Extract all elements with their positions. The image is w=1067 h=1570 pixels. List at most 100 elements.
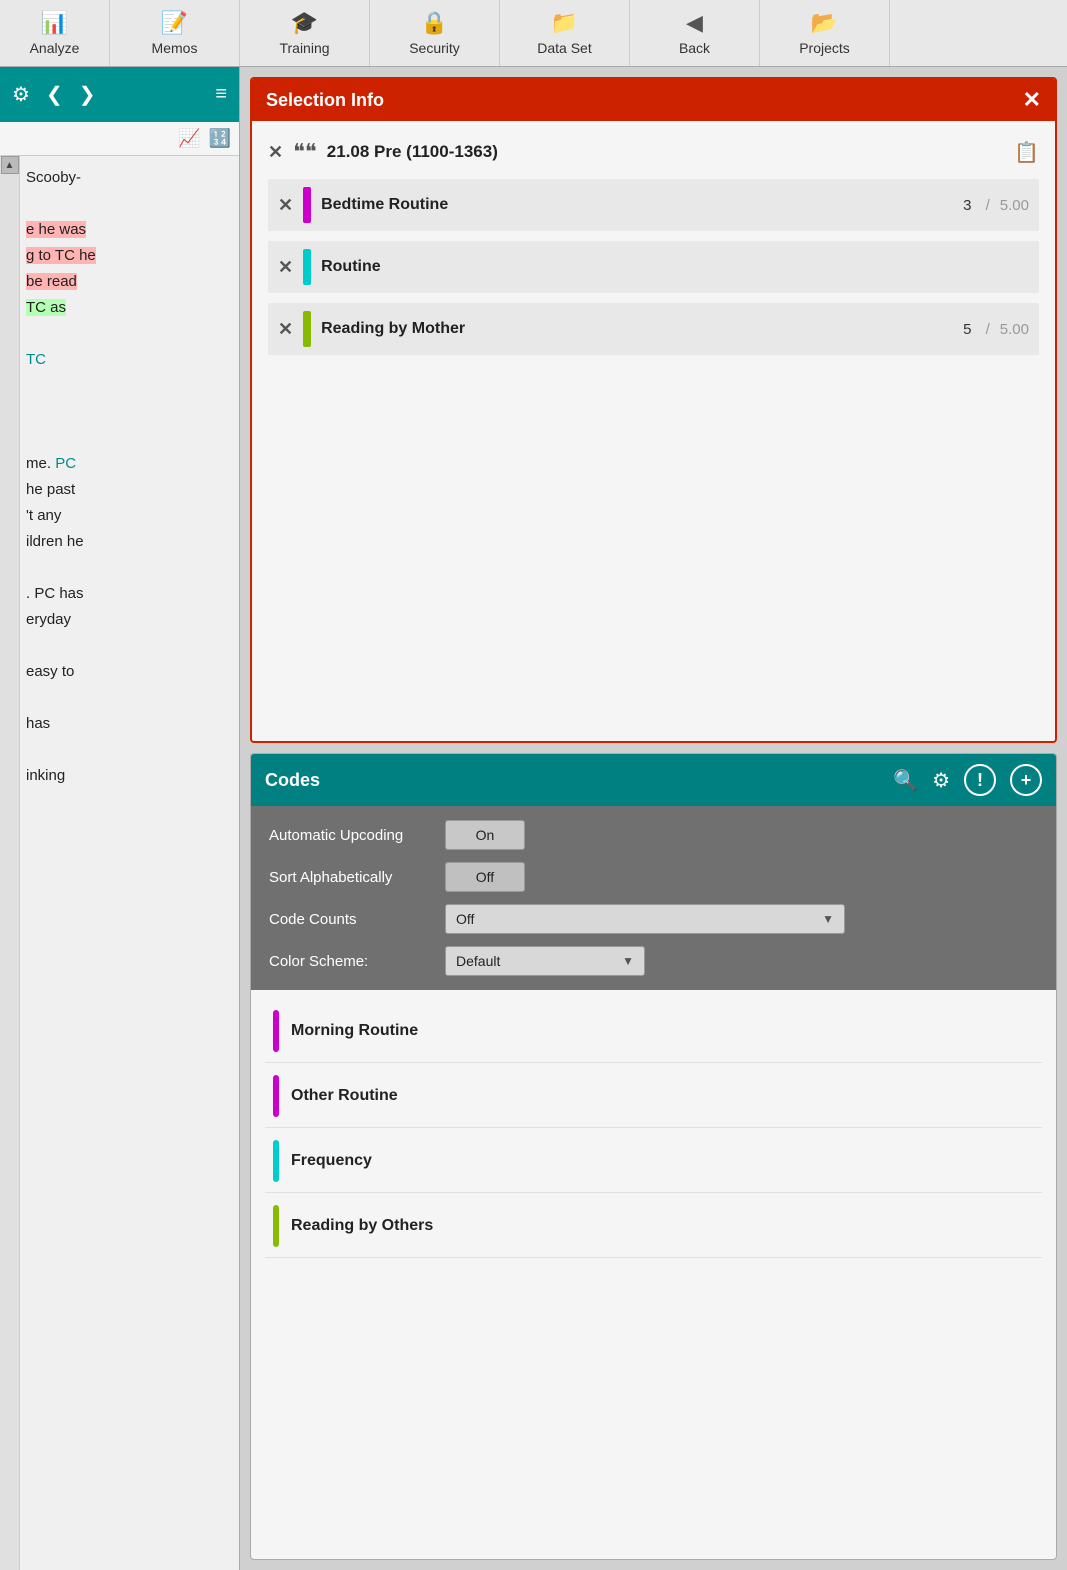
automatic-upcoding-label: Automatic Upcoding — [269, 827, 429, 844]
bedtime-slash: / — [981, 197, 989, 214]
reading-others-color-bar — [273, 1205, 279, 1247]
highlighted-text: e he was — [26, 221, 86, 238]
chevron-right-icon[interactable]: ❯ — [75, 78, 100, 111]
close-selection-info-button[interactable]: ✕ — [1023, 87, 1041, 113]
nav-dataset-label: Data Set — [537, 40, 591, 56]
left-panel: ⚙ ❮ ❯ ≡ 📈 🔢 ▲ Scooby- e he was g to TC h… — [0, 67, 240, 1570]
sort-alphabetically-label: Sort Alphabetically — [269, 869, 429, 886]
highlighted-text: g to TC he — [26, 247, 96, 264]
info-circle-icon[interactable]: ! — [964, 764, 996, 796]
bedtime-count: 3 — [963, 197, 971, 214]
memos-icon: 📝 — [161, 10, 188, 36]
chevron-left-icon[interactable]: ❮ — [42, 78, 67, 111]
highlighted-text: TC as — [26, 299, 66, 316]
selection-info-body: ✕ ❝❝ 21.08 Pre (1100-1363) 📋 ✕ Bedtime R… — [252, 121, 1055, 741]
bedtime-code-name: Bedtime Routine — [321, 196, 953, 214]
code-counts-arrow: ▼ — [822, 912, 834, 926]
text-line: inking — [26, 764, 233, 788]
nav-security[interactable]: 🔒 Security — [370, 0, 500, 66]
scroll-up-button[interactable]: ▲ — [1, 156, 19, 174]
top-navigation: 📊 Analyze 📝 Memos 🎓 Training 🔒 Security … — [0, 0, 1067, 67]
nav-analyze[interactable]: 📊 Analyze — [0, 0, 110, 66]
search-icon[interactable]: 🔍 — [893, 768, 918, 793]
copy-icon[interactable]: 📋 — [1014, 140, 1039, 165]
analyze-icon: 📊 — [41, 10, 68, 36]
text-line — [26, 426, 233, 450]
selection-parent-row: ✕ ❝❝ 21.08 Pre (1100-1363) 📋 — [268, 135, 1039, 169]
remove-reading-button[interactable]: ✕ — [278, 319, 293, 340]
text-line: TC as — [26, 296, 233, 320]
back-icon: ◀ — [686, 10, 703, 36]
other-color-bar — [273, 1075, 279, 1117]
code-counts-row: Code Counts Off ▼ — [269, 904, 1038, 934]
table-icon[interactable]: 🔢 — [209, 128, 231, 149]
remove-parent-button[interactable]: ✕ — [268, 142, 283, 163]
document-text-area: Scooby- e he was g to TC he be read TC a… — [20, 156, 239, 1570]
scrollbar[interactable]: ▲ — [0, 156, 20, 1570]
morning-color-bar — [273, 1010, 279, 1052]
dataset-icon: 📁 — [551, 10, 578, 36]
list-item[interactable]: Morning Routine — [265, 1000, 1042, 1063]
left-sub-toolbar: 📈 🔢 — [0, 122, 239, 156]
color-scheme-dropdown[interactable]: Default ▼ — [445, 946, 645, 976]
code-counts-dropdown[interactable]: Off ▼ — [445, 904, 845, 934]
other-routine-name: Other Routine — [291, 1087, 398, 1105]
gear-icon[interactable]: ⚙ — [8, 78, 34, 111]
text-line: e he was — [26, 218, 233, 242]
text-line: g to TC he — [26, 244, 233, 268]
code-counts-label: Code Counts — [269, 911, 429, 928]
reading-count: 5 — [963, 321, 971, 338]
reading-color-bar — [303, 311, 311, 347]
text-line — [26, 192, 233, 216]
parent-label: 21.08 Pre (1100-1363) — [327, 142, 1004, 162]
codes-settings: Automatic Upcoding On Sort Alphabeticall… — [251, 806, 1056, 990]
text-line: easy to — [26, 660, 233, 684]
right-panel: Selection Info ✕ ✕ ❝❝ 21.08 Pre (1100-13… — [240, 67, 1067, 1570]
list-item[interactable]: Frequency — [265, 1130, 1042, 1193]
sort-alphabetically-toggle[interactable]: Off — [445, 862, 525, 892]
list-item[interactable]: Reading by Others — [265, 1195, 1042, 1258]
codes-header: Codes 🔍 ⚙ ! + — [251, 754, 1056, 806]
nav-training[interactable]: 🎓 Training — [240, 0, 370, 66]
selection-child-row: ✕ Routine — [268, 241, 1039, 293]
selection-child-row: ✕ Reading by Mother 5 / 5.00 — [268, 303, 1039, 355]
frequency-color-bar — [273, 1140, 279, 1182]
main-layout: ⚙ ❮ ❯ ≡ 📈 🔢 ▲ Scooby- e he was g to TC h… — [0, 67, 1067, 1570]
text-line: . PC has — [26, 582, 233, 606]
frequency-name: Frequency — [291, 1152, 372, 1170]
text-line — [26, 738, 233, 762]
selection-info-panel: Selection Info ✕ ✕ ❝❝ 21.08 Pre (1100-13… — [250, 77, 1057, 743]
color-scheme-arrow: ▼ — [622, 954, 634, 968]
nav-back[interactable]: ◀ Back — [630, 0, 760, 66]
text-line — [26, 686, 233, 710]
cyan-text: PC — [55, 455, 76, 472]
routine-color-bar — [303, 249, 311, 285]
code-counts-value: Off — [456, 911, 474, 927]
text-line: Scooby- — [26, 166, 233, 190]
text-line — [26, 322, 233, 346]
nav-memos[interactable]: 📝 Memos — [110, 0, 240, 66]
projects-icon: 📂 — [811, 10, 838, 36]
filter-icon[interactable]: ⚙ — [932, 768, 950, 793]
list-item[interactable]: Other Routine — [265, 1065, 1042, 1128]
remove-bedtime-button[interactable]: ✕ — [278, 195, 293, 216]
color-scheme-label: Color Scheme: — [269, 953, 429, 970]
selection-info-header: Selection Info ✕ — [252, 79, 1055, 121]
text-line: me. PC — [26, 452, 233, 476]
remove-routine-button[interactable]: ✕ — [278, 257, 293, 278]
analytics-sub-icon[interactable]: 📈 — [178, 128, 200, 149]
nav-projects[interactable]: 📂 Projects — [760, 0, 890, 66]
highlighted-text: be read — [26, 273, 77, 290]
nav-dataset[interactable]: 📁 Data Set — [500, 0, 630, 66]
selection-info-title: Selection Info — [266, 90, 384, 111]
text-line: he past — [26, 478, 233, 502]
bedtime-total: 5.00 — [1000, 197, 1029, 214]
add-code-button[interactable]: + — [1010, 764, 1042, 796]
left-content: ▲ Scooby- e he was g to TC he be read TC… — [0, 156, 239, 1570]
toolbar-right: ≡ — [211, 79, 231, 110]
text-line: has — [26, 712, 233, 736]
nav-analyze-label: Analyze — [30, 40, 80, 56]
list-icon[interactable]: ≡ — [211, 79, 231, 110]
automatic-upcoding-toggle[interactable]: On — [445, 820, 525, 850]
text-line — [26, 400, 233, 424]
